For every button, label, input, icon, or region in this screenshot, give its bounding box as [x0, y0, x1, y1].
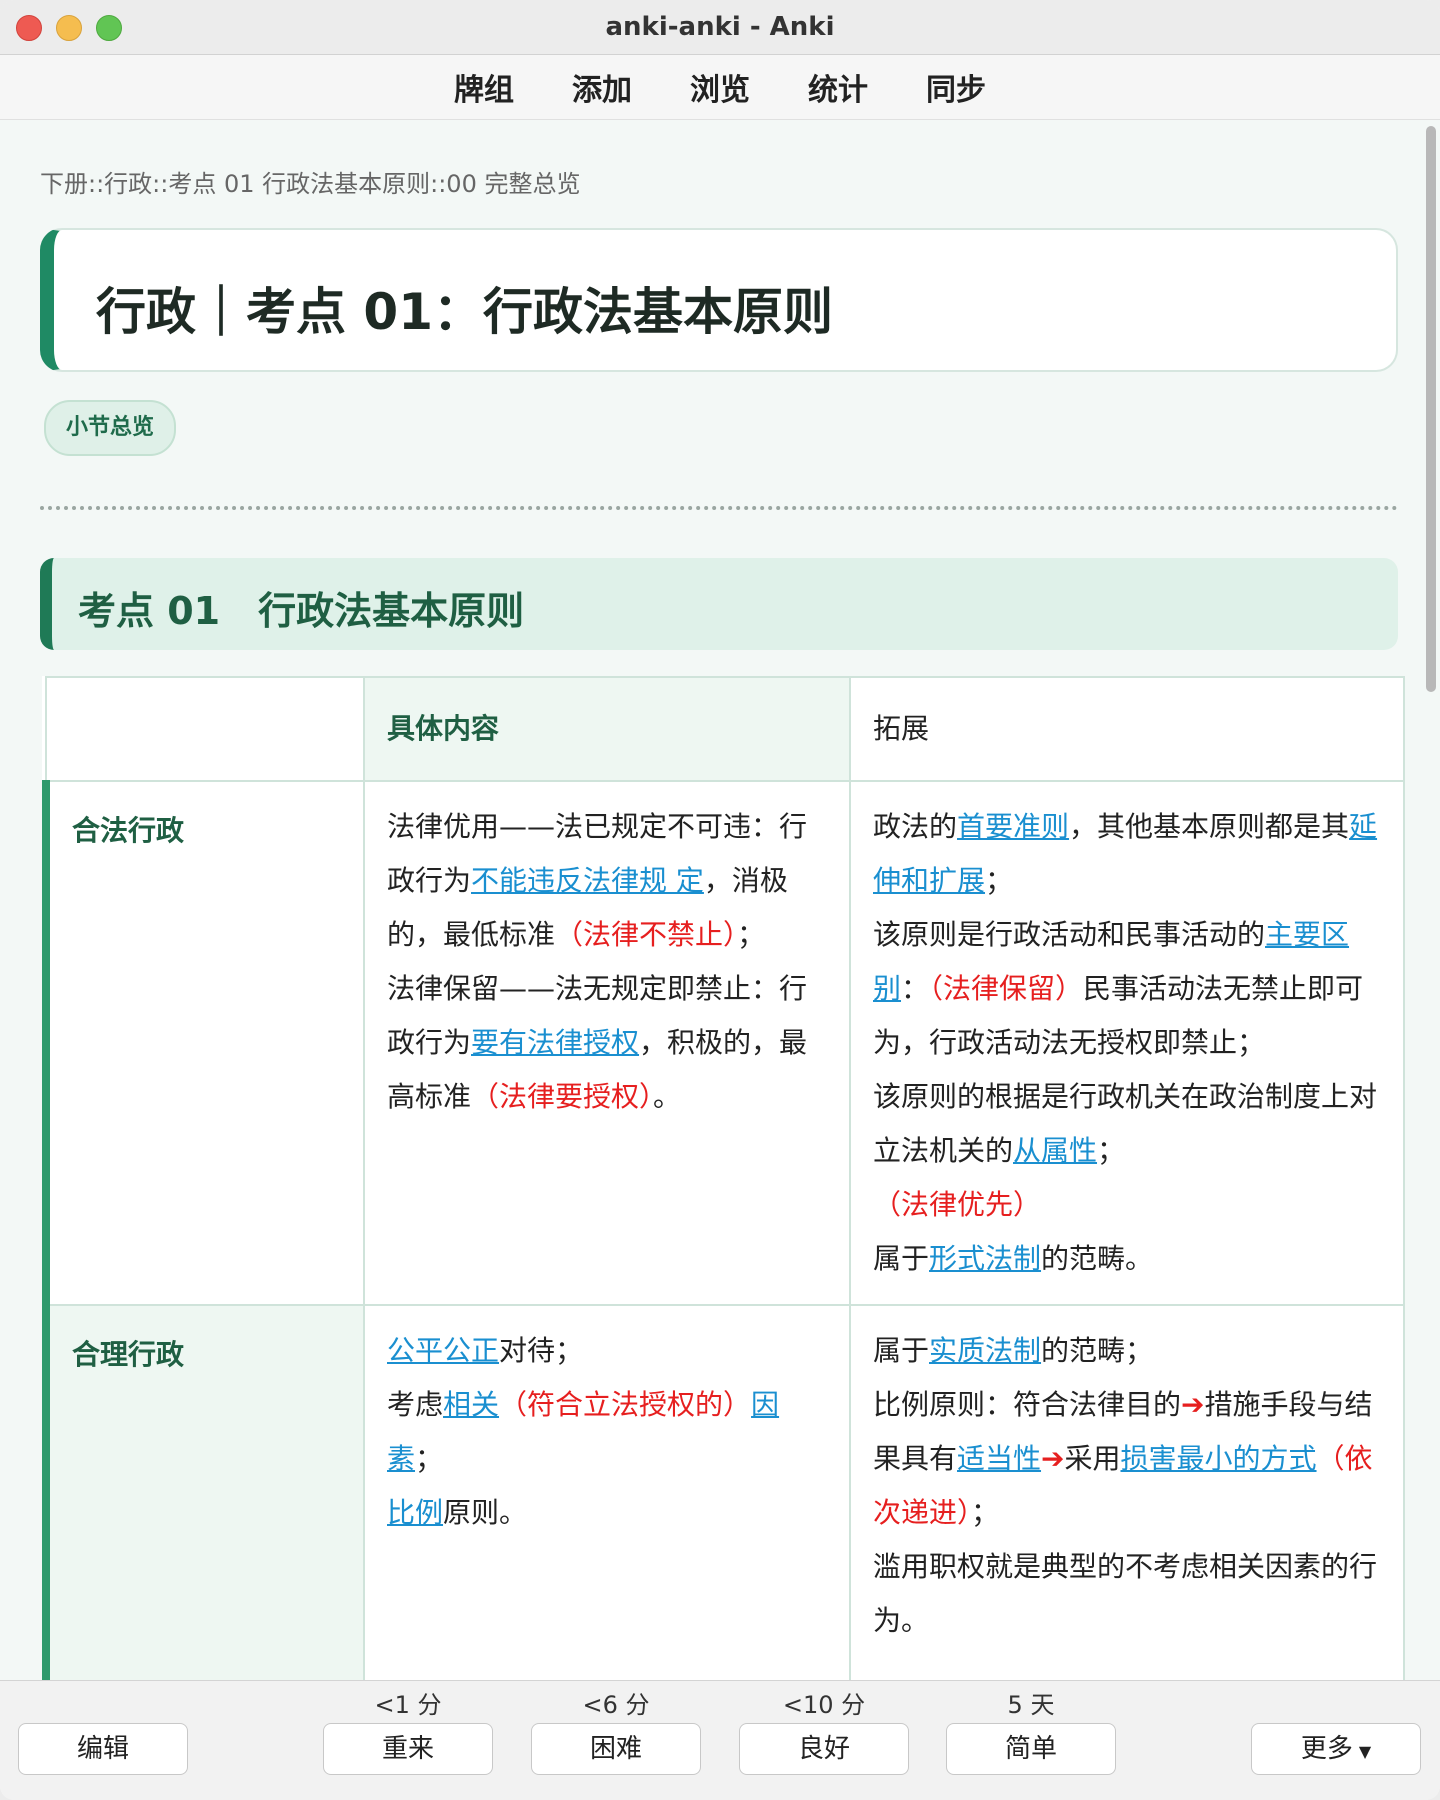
text: ；	[1097, 1134, 1126, 1167]
red-note: （符合立法授权的）	[499, 1388, 752, 1421]
window-title: anki-anki - Anki	[605, 12, 835, 42]
cell-content: 法律优用——法已规定不可违：行政行为不能违反法律规 定，消极的，最低标准（法律不…	[363, 780, 851, 1306]
table-header-extension: 拓展	[849, 676, 1405, 782]
card-content: 下册::行政::考点 01 行政法基本原则::00 完整总览 行政｜考点 01：…	[0, 120, 1422, 1680]
text: 采用	[1064, 1442, 1121, 1475]
text: ，其他基本原则都是其	[1069, 810, 1350, 843]
text: 。	[653, 1080, 682, 1113]
text: 对待；	[499, 1334, 584, 1367]
red-note: （法律优先）	[873, 1188, 1042, 1221]
principles-table: 具体内容 拓展 合法行政 法律优用——法已规定不可违：行政行为不能违反法律规 定…	[42, 676, 1405, 1680]
section-heading-box: 考点 01 行政法基本原则	[40, 558, 1398, 650]
highlight-text: 比例	[387, 1496, 444, 1529]
text: 的范畴。	[1041, 1242, 1154, 1275]
row-label-legal-administration: 合法行政	[42, 780, 365, 1306]
more-label: 更多	[1300, 1734, 1353, 1764]
table-header-content: 具体内容	[363, 676, 851, 782]
table-header-row: 具体内容 拓展	[45, 676, 1405, 782]
red-note: （法律不禁止）	[555, 918, 738, 951]
table-row: 合理行政 公平公正对待； 考虑相关（符合立法授权的）因素； 比例原则。 属于实质…	[42, 1304, 1405, 1680]
cell-extension: 政法的首要准则，其他基本原则都是其延伸和扩展； 该原则是行政活动和民事活动的主要…	[849, 780, 1405, 1306]
highlight-text: 适当性	[957, 1442, 1042, 1475]
hard-button[interactable]: 困难	[531, 1723, 701, 1775]
highlight-text: 形式法制	[929, 1242, 1042, 1275]
highlight-text: 首要准则	[957, 810, 1070, 843]
card-title-box: 行政｜考点 01：行政法基本原则	[40, 228, 1398, 372]
text: ；	[737, 918, 766, 951]
text: 该原则是行政活动和民事活动的	[873, 918, 1266, 951]
nav-add[interactable]: 添加	[572, 65, 632, 109]
highlight-text: 损害最小的方式	[1120, 1442, 1317, 1475]
text: 政法的	[873, 810, 958, 843]
section-heading: 考点 01 行政法基本原则	[78, 589, 525, 633]
text: ：	[901, 972, 930, 1005]
section-tag: 小节总览	[44, 400, 177, 456]
text: 的范畴；	[1041, 1334, 1154, 1367]
arrow-icon: ➔	[1041, 1442, 1065, 1475]
answer-bar: <1 分 <6 分 <10 分 5 天 编辑 重来 困难 良好 简单 更多 ▼	[0, 1680, 1440, 1800]
cell-extension: 属于实质法制的范畴； 比例原则：符合法律目的➔措施手段与结果具有适当性➔采用损害…	[849, 1304, 1405, 1680]
nav-sync[interactable]: 同步	[926, 65, 986, 109]
deck-breadcrumb: 下册::行政::考点 01 行政法基本原则::00 完整总览	[40, 170, 581, 198]
text: ；	[415, 1442, 444, 1475]
caret-down-icon: ▼	[1358, 1742, 1372, 1761]
arrow-icon: ➔	[1181, 1388, 1205, 1421]
highlight-text: 要有法律授权	[471, 1026, 640, 1059]
dotted-divider	[40, 506, 1398, 510]
vertical-scrollbar[interactable]	[1422, 120, 1440, 1680]
title-bar: anki-anki - Anki	[0, 0, 1440, 55]
red-note: （法律保留）	[929, 972, 1084, 1005]
top-navigation: 牌组 添加 浏览 统计 同步	[0, 55, 1440, 120]
text: ；	[985, 864, 1014, 897]
red-note: （法律要授权）	[471, 1080, 654, 1113]
good-interval: <10 分	[782, 1691, 866, 1719]
highlight-text: 相关	[443, 1388, 500, 1421]
easy-interval: 5 天	[1007, 1691, 1055, 1719]
nav-browse[interactable]: 浏览	[690, 65, 750, 109]
text: 属于	[873, 1242, 930, 1275]
row-label-reasonable-administration: 合理行政	[42, 1304, 365, 1680]
highlight-text: 实质法制	[929, 1334, 1042, 1367]
more-button[interactable]: 更多 ▼	[1251, 1723, 1421, 1775]
again-interval: <1 分	[374, 1691, 442, 1719]
text: 滥用职权就是典型的不考虑相关因素的行为。	[873, 1550, 1378, 1637]
easy-button[interactable]: 简单	[946, 1723, 1116, 1775]
text: 比例原则：符合法律目的	[873, 1388, 1182, 1421]
edit-button[interactable]: 编辑	[18, 1723, 188, 1775]
nav-stats[interactable]: 统计	[808, 65, 868, 109]
text: 考虑	[387, 1388, 444, 1421]
table-header-empty	[45, 676, 365, 782]
again-button[interactable]: 重来	[323, 1723, 493, 1775]
good-button[interactable]: 良好	[739, 1723, 909, 1775]
text: ；	[971, 1496, 1000, 1529]
table-row: 合法行政 法律优用——法已规定不可违：行政行为不能违反法律规 定，消极的，最低标…	[42, 780, 1405, 1306]
scrollbar-thumb[interactable]	[1426, 126, 1436, 692]
text: 属于	[873, 1334, 930, 1367]
hard-interval: <6 分	[582, 1691, 650, 1719]
card-title: 行政｜考点 01：行政法基本原则	[96, 283, 833, 341]
text: 原则。	[443, 1496, 528, 1529]
nav-decks[interactable]: 牌组	[454, 65, 514, 109]
cell-content: 公平公正对待； 考虑相关（符合立法授权的）因素； 比例原则。	[363, 1304, 851, 1680]
highlight-text: 不能违反法律规 定	[471, 864, 704, 897]
highlight-text: 公平公正	[387, 1334, 500, 1367]
anki-window: anki-anki - Anki 牌组 添加 浏览 统计 同步 下册::行政::…	[0, 0, 1440, 1800]
highlight-text: 从属性	[1013, 1134, 1098, 1167]
